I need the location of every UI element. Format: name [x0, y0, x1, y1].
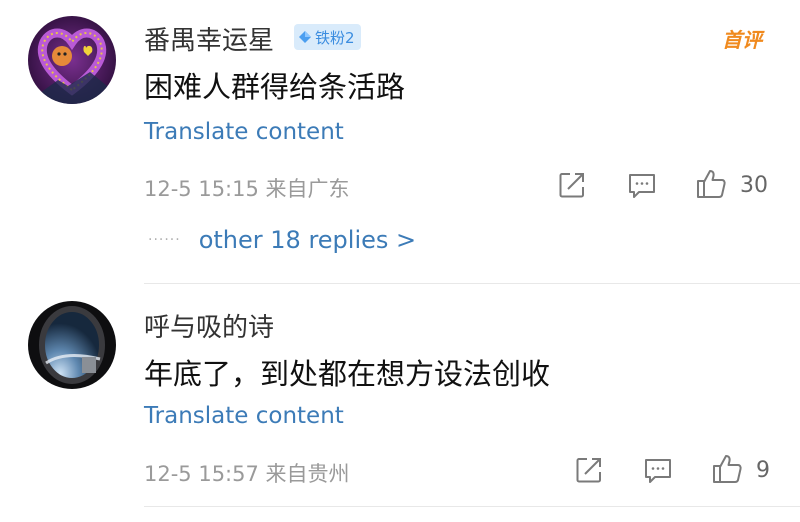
comment-text: 困难人群得给条活路 — [144, 70, 406, 104]
comment-list: 番禺幸运星 铁粉2 首评 困难人群得给条活路 Translate content… — [0, 0, 800, 522]
fan-badge: 铁粉2 — [294, 24, 361, 50]
comment-meta: 12-5 15:15 来自广东 — [144, 177, 350, 201]
svg-text:首评: 首评 — [722, 28, 765, 52]
dots-separator: ······ — [148, 232, 181, 248]
like-count: 9 — [756, 458, 770, 483]
share-icon[interactable] — [557, 170, 587, 200]
avatar[interactable] — [28, 16, 116, 104]
comment-meta: 12-5 15:57 来自贵州 — [144, 462, 350, 486]
first-comment-icon: 首评 — [722, 28, 765, 52]
more-replies-link[interactable]: ······ other 18 replies > — [148, 226, 416, 254]
avatar[interactable] — [28, 301, 116, 389]
comment-item: 番禺幸运星 铁粉2 首评 困难人群得给条活路 Translate content… — [0, 0, 800, 284]
comment-icon[interactable] — [643, 457, 673, 485]
comment-icon[interactable] — [627, 172, 657, 200]
like-count: 30 — [740, 173, 768, 198]
username[interactable]: 番禺幸运星 — [144, 20, 274, 57]
username[interactable]: 呼与吸的诗 — [144, 307, 274, 344]
comment-item: 呼与吸的诗 年底了，到处都在想方设法创收 Translate content 1… — [0, 285, 800, 507]
fan-badge-label: 铁粉2 — [315, 28, 355, 47]
diamond-icon — [299, 31, 311, 43]
comment-text: 年底了，到处都在想方设法创收 — [144, 357, 551, 391]
more-replies-label: other 18 replies > — [198, 226, 417, 254]
divider — [144, 283, 800, 284]
translate-link[interactable]: Translate content — [144, 403, 344, 429]
thumbs-up-icon[interactable] — [695, 168, 727, 200]
share-icon[interactable] — [574, 455, 604, 485]
translate-link[interactable]: Translate content — [144, 119, 344, 145]
divider — [144, 506, 800, 507]
thumbs-up-icon[interactable] — [711, 453, 743, 485]
